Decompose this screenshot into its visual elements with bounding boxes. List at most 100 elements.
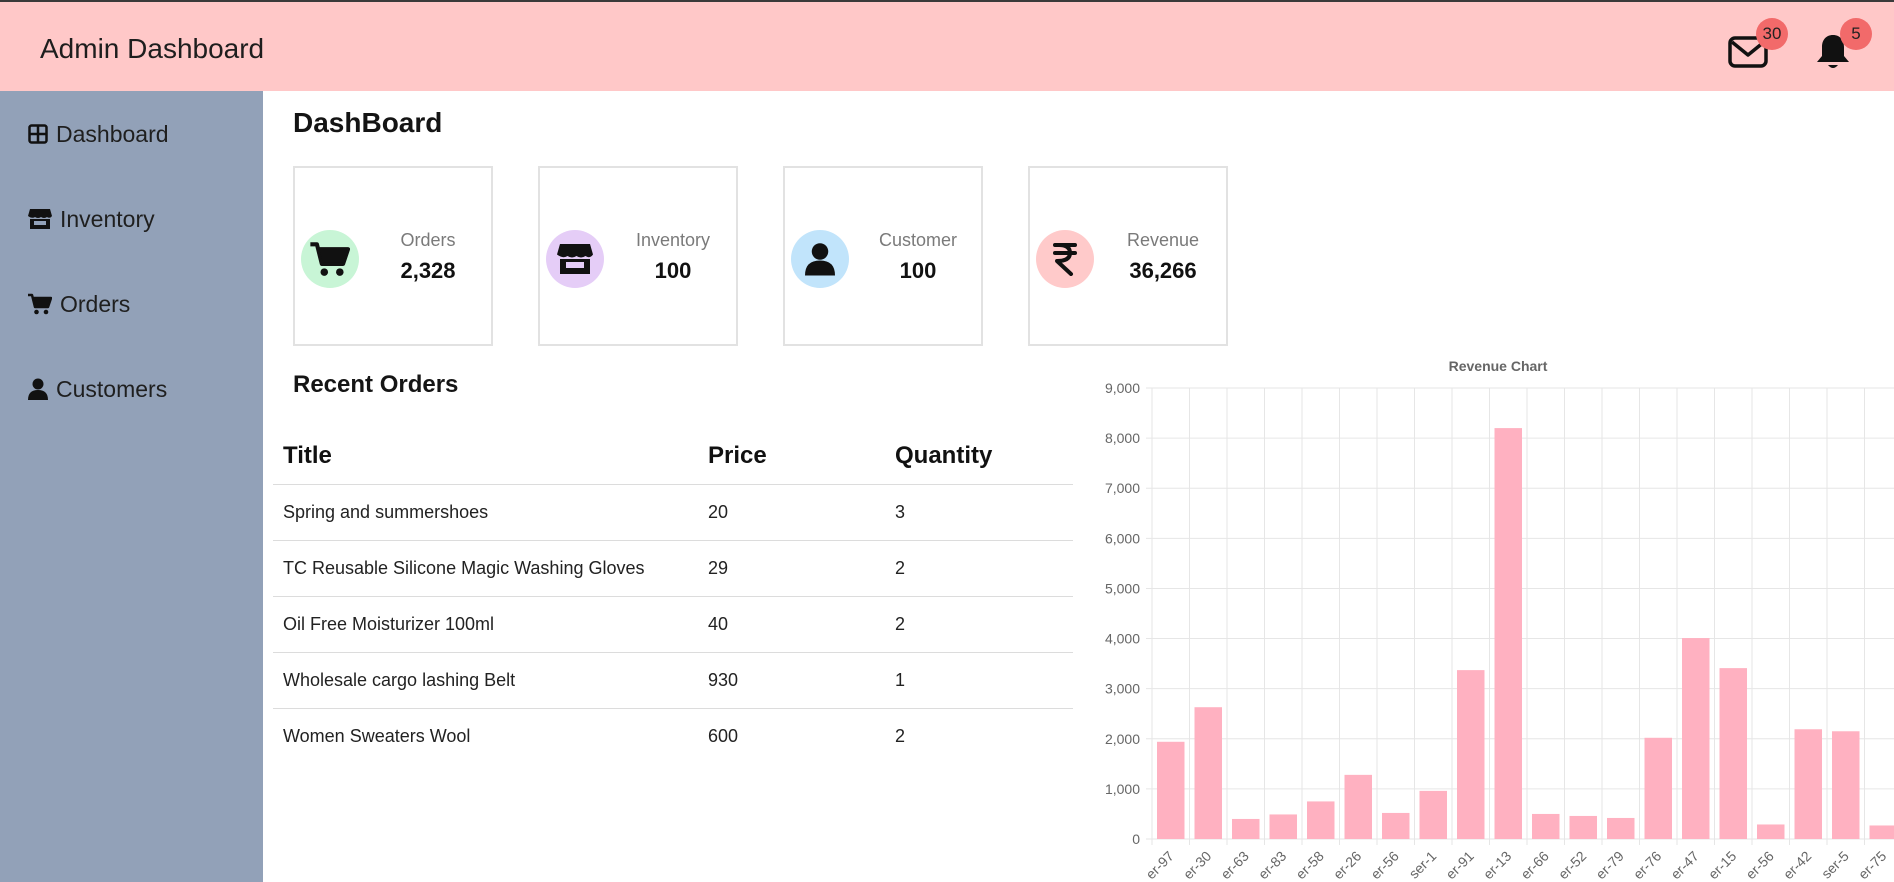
- notification-count-badge: 5: [1840, 18, 1872, 50]
- rupee-icon: [1036, 230, 1094, 288]
- sidebar-item-orders[interactable]: Orders: [28, 284, 130, 324]
- chart-bar: [1494, 428, 1522, 839]
- column-header-title: Title: [273, 428, 698, 485]
- y-tick-label: 6,000: [1105, 530, 1140, 546]
- order-title: Spring and summershoes: [273, 484, 698, 541]
- table-row: Spring and summershoes 20 3: [273, 484, 1073, 541]
- y-tick-label: 5,000: [1105, 580, 1140, 596]
- x-tick-label: ser-1: [1405, 848, 1439, 882]
- cart-icon: [28, 293, 52, 315]
- stat-card-revenue: Revenue 36,266: [1028, 166, 1228, 346]
- chart-bar: [1794, 729, 1822, 839]
- y-tick-label: 2,000: [1105, 731, 1140, 747]
- x-tick-label: er-91: [1442, 848, 1477, 882]
- x-tick-label: er-58: [1292, 848, 1327, 882]
- order-quantity: 1: [885, 652, 1073, 709]
- sidebar-item-dashboard[interactable]: Dashboard: [28, 114, 169, 154]
- table-header-row: Title Price Quantity: [273, 428, 1073, 485]
- chart-bar: [1269, 814, 1297, 839]
- table-row: Oil Free Moisturizer 100ml 40 2: [273, 596, 1073, 653]
- cart-icon: [301, 230, 359, 288]
- chart-bar: [1232, 818, 1260, 839]
- sidebar-item-inventory[interactable]: Inventory: [28, 199, 155, 239]
- shop-icon: [546, 230, 604, 288]
- order-quantity: 3: [885, 484, 1073, 541]
- recent-orders-title: Recent Orders: [293, 371, 459, 398]
- x-tick-label: er-79: [1592, 848, 1627, 882]
- x-tick-label: er-83: [1255, 848, 1290, 882]
- user-icon: [28, 378, 48, 400]
- x-tick-label: er-13: [1480, 848, 1515, 882]
- chart-bar: [1419, 790, 1447, 839]
- order-title: Oil Free Moisturizer 100ml: [273, 596, 698, 653]
- user-icon: [791, 230, 849, 288]
- x-tick-label: er-76: [1630, 848, 1665, 882]
- chart-bar: [1157, 741, 1185, 839]
- sidebar-item-label: Dashboard: [56, 120, 169, 147]
- x-tick-label: er-56: [1367, 848, 1402, 882]
- chart-bar: [1532, 813, 1560, 839]
- chart-bar: [1832, 731, 1860, 839]
- chart-bar: [1682, 638, 1710, 839]
- chart-bar: [1194, 707, 1222, 839]
- sidebar-item-label: Orders: [60, 290, 131, 317]
- chart-bar: [1382, 812, 1410, 839]
- order-price: 29: [698, 540, 885, 597]
- order-title: Women Sweaters Wool: [283, 725, 471, 746]
- app-title: Admin Dashboard: [40, 33, 265, 64]
- bell-icon[interactable]: 5: [1810, 18, 1872, 70]
- grid-icon: [28, 124, 48, 144]
- stat-label: Revenue: [1126, 230, 1200, 250]
- order-title: TC Reusable Silicone Magic Washing Glove…: [273, 540, 698, 597]
- stat-label: Customer: [878, 230, 958, 250]
- sidebar-item-label: Customers: [56, 375, 168, 402]
- sidebar-item-label: Inventory: [60, 205, 155, 232]
- stat-value: 2,328: [400, 258, 456, 283]
- stat-value: 36,266: [1129, 258, 1197, 283]
- table-row: Wholesale cargo lashing Belt 930 1: [273, 652, 1073, 709]
- recent-orders-table: Title Price Quantity Spring and summersh…: [273, 428, 1073, 764]
- x-tick-label: er-75: [1855, 848, 1890, 882]
- order-price: 600: [708, 725, 739, 746]
- chart-bar: [1569, 815, 1597, 839]
- y-tick-label: 4,000: [1105, 631, 1140, 647]
- y-tick-label: 1,000: [1105, 781, 1140, 797]
- x-tick-label: er-30: [1180, 848, 1215, 882]
- stat-card-inventory: Inventory 100: [538, 166, 738, 346]
- y-tick-label: 3,000: [1105, 681, 1140, 697]
- stat-card-customer: Customer 100: [783, 166, 983, 346]
- x-tick-label: er-52: [1555, 848, 1590, 882]
- x-tick-label: er-26: [1330, 848, 1365, 882]
- order-price: 20: [698, 484, 885, 541]
- chart-bar: [1307, 801, 1335, 839]
- chart-bar: [1719, 668, 1747, 839]
- stat-label: Inventory: [635, 230, 711, 250]
- sidebar-item-customers[interactable]: Customers: [28, 369, 167, 409]
- y-tick-label: 8,000: [1105, 430, 1140, 446]
- x-tick-label: er-63: [1217, 848, 1252, 882]
- column-header-quantity: Quantity: [885, 428, 1073, 485]
- order-price: 40: [698, 596, 885, 653]
- mail-icon[interactable]: 30: [1726, 18, 1788, 70]
- chart-bar: [1757, 824, 1785, 839]
- chart-bar: [1869, 825, 1894, 839]
- stat-value: 100: [899, 258, 937, 283]
- page-title: DashBoard: [293, 107, 443, 138]
- y-tick-label: 9,000: [1105, 380, 1140, 396]
- chart-bar: [1457, 670, 1485, 839]
- shop-icon: [28, 209, 52, 229]
- x-tick-label: er-15: [1705, 848, 1740, 882]
- chart-bar: [1607, 817, 1635, 839]
- revenue-chart: Revenue Chart 0 1,000 2,000 3,000 4,000 5,000 6…: [1090, 355, 1894, 882]
- column-header-price: Price: [698, 428, 885, 485]
- table-row: Women Sweaters Wool 600 2: [273, 708, 1073, 764]
- mail-count-badge: 30: [1756, 18, 1788, 50]
- x-tick-label: er-97: [1142, 848, 1177, 882]
- chart-title: Revenue Chart: [1449, 358, 1548, 374]
- x-tick-label: er-66: [1517, 848, 1552, 882]
- x-tick-label: ser-5: [1818, 848, 1852, 882]
- x-tick-label: er-47: [1667, 848, 1702, 882]
- order-price: 930: [698, 652, 885, 709]
- stat-value: 100: [654, 258, 692, 283]
- revenue-chart-svg: Revenue Chart 0 1,000 2,000 3,000 4,000 5,000 6…: [1105, 358, 1894, 882]
